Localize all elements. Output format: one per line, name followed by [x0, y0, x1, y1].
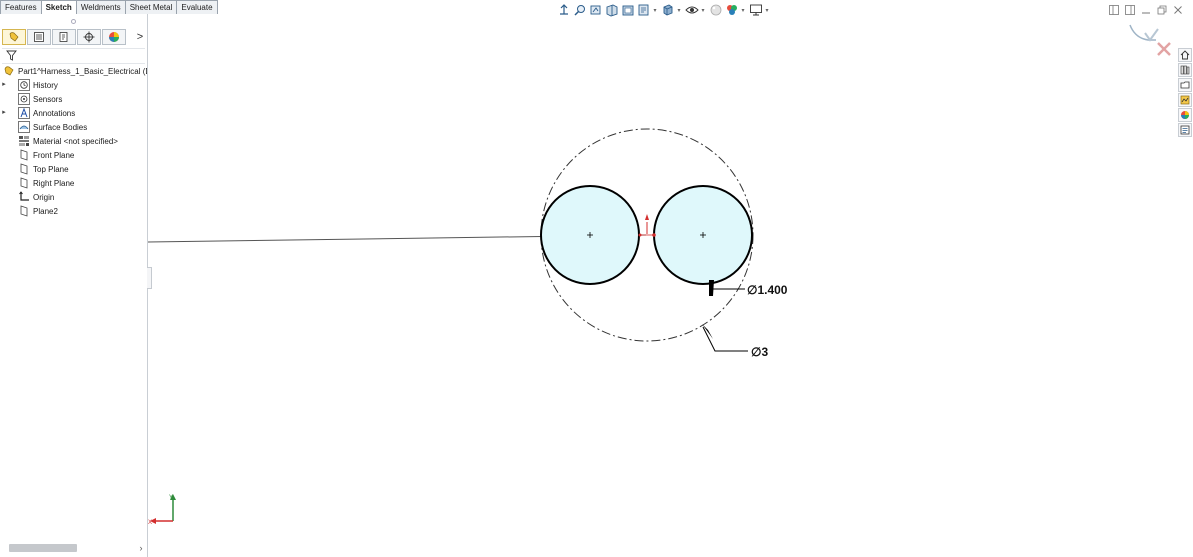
chevron-down-icon[interactable]: ▾	[740, 7, 746, 14]
edit-appearance-icon[interactable]	[708, 2, 724, 18]
zoom-to-fit-icon[interactable]	[556, 2, 572, 18]
view-orientation-icon[interactable]	[636, 2, 652, 18]
apply-scene-icon[interactable]	[724, 2, 740, 18]
tile-right-icon[interactable]	[1122, 4, 1138, 16]
tree-root[interactable]: Part1^Harness_1_Basic_Electrical (Def	[0, 64, 147, 78]
plane-icon	[18, 177, 30, 189]
dynamic-annotation-view-icon[interactable]	[620, 2, 636, 18]
chevron-down-icon[interactable]: ▾	[652, 7, 658, 14]
feature-manager-panel: > Part1^Harness_1_Basic_Electrical (Def …	[0, 14, 148, 557]
tree-item-origin[interactable]: Origin	[0, 190, 147, 204]
zoom-to-area-icon[interactable]	[572, 2, 588, 18]
display-style-icon[interactable]	[660, 2, 676, 18]
panel-collapse-handle[interactable]	[147, 267, 152, 289]
panel-grip[interactable]	[0, 14, 147, 28]
dimension-large-diameter[interactable]: ∅3	[751, 345, 768, 359]
featuremanager-icon[interactable]	[2, 29, 26, 45]
file-explorer-icon[interactable]	[1178, 78, 1192, 92]
tree-item-top-plane[interactable]: Top Plane	[0, 162, 147, 176]
tab-evaluate[interactable]: Evaluate	[176, 0, 218, 14]
plane-icon	[18, 149, 30, 161]
material-icon	[18, 135, 30, 147]
expand-arrow-icon[interactable]: ▸	[0, 106, 8, 120]
expand-arrow-icon[interactable]: ▸	[0, 78, 8, 92]
tree-root-label: Part1^Harness_1_Basic_Electrical (Def	[18, 66, 147, 76]
graphics-area[interactable]: ∅1.400 ∅3 Y X	[0, 0, 1193, 557]
hide-show-items-icon[interactable]	[684, 2, 700, 18]
view-settings-icon[interactable]	[748, 2, 764, 18]
window-controls	[1106, 4, 1186, 16]
scrollbar-thumb[interactable]	[9, 544, 77, 552]
surface-bodies-icon	[18, 121, 30, 133]
heads-up-view-toolbar: ▾ ▾ ▾ ▾ ▾	[556, 2, 772, 18]
command-manager-tabs: Features Sketch Weldments Sheet Metal Ev…	[0, 0, 218, 14]
tree-filter-row[interactable]	[2, 48, 145, 64]
tree-item-annotations[interactable]: ▸ Annotations	[0, 106, 147, 120]
svg-text:Y: Y	[169, 495, 173, 501]
scroll-right-icon[interactable]: ›	[136, 542, 146, 554]
panel-tab-strip	[2, 29, 127, 46]
sensors-icon	[18, 93, 30, 105]
svg-text:X: X	[148, 520, 152, 526]
tree-item-front-plane[interactable]: Front Plane	[0, 148, 147, 162]
panel-more-chevron[interactable]: >	[134, 30, 146, 46]
previous-view-icon[interactable]	[588, 2, 604, 18]
custom-properties-icon[interactable]	[1178, 123, 1192, 137]
configurationmanager-icon[interactable]	[52, 29, 76, 45]
dimxpert-icon[interactable]	[77, 29, 101, 45]
section-view-icon[interactable]	[604, 2, 620, 18]
tree-item-right-plane[interactable]: Right Plane	[0, 176, 147, 190]
part-icon	[3, 65, 15, 77]
task-pane-tabs	[1178, 48, 1193, 138]
chevron-down-icon[interactable]: ▾	[764, 7, 770, 14]
home-icon[interactable]	[1178, 48, 1192, 62]
tab-sheet-metal[interactable]: Sheet Metal	[124, 0, 178, 14]
plane-icon	[18, 163, 30, 175]
tree-item-surface-bodies[interactable]: Surface Bodies	[0, 120, 147, 134]
tab-sketch[interactable]: Sketch	[40, 0, 77, 14]
view-palette-icon[interactable]	[1178, 93, 1192, 107]
origin-icon	[18, 191, 30, 203]
restore-icon[interactable]	[1154, 4, 1170, 16]
tree-item-plane2[interactable]: Plane2	[0, 204, 147, 218]
chevron-down-icon[interactable]: ▾	[700, 7, 706, 14]
dimension-small-diameter[interactable]: ∅1.400	[747, 283, 788, 297]
history-icon	[18, 79, 30, 91]
tree-item-material[interactable]: Material <not specified>	[0, 134, 147, 148]
confirmation-corner[interactable]	[1129, 24, 1171, 56]
design-library-icon[interactable]	[1178, 63, 1192, 77]
tree-item-history[interactable]: ▸ History	[0, 78, 147, 92]
tab-weldments[interactable]: Weldments	[75, 0, 126, 14]
tab-features[interactable]: Features	[0, 0, 42, 14]
close-icon[interactable]	[1170, 4, 1186, 16]
coordinate-triad: Y X	[148, 494, 176, 526]
chevron-down-icon[interactable]: ▾	[676, 7, 682, 14]
tree-item-sensors[interactable]: Sensors	[0, 92, 147, 106]
minimize-icon[interactable]	[1138, 4, 1154, 16]
annotations-icon	[18, 107, 30, 119]
propertymanager-icon[interactable]	[27, 29, 51, 45]
display-manager-icon[interactable]	[102, 29, 126, 45]
filter-icon[interactable]	[6, 50, 17, 63]
tile-left-icon[interactable]	[1106, 4, 1122, 16]
appearances-icon[interactable]	[1178, 108, 1192, 122]
dimension-large-leader[interactable]	[702, 324, 748, 352]
plane-icon	[18, 205, 30, 217]
cancel-icon	[1157, 42, 1171, 56]
